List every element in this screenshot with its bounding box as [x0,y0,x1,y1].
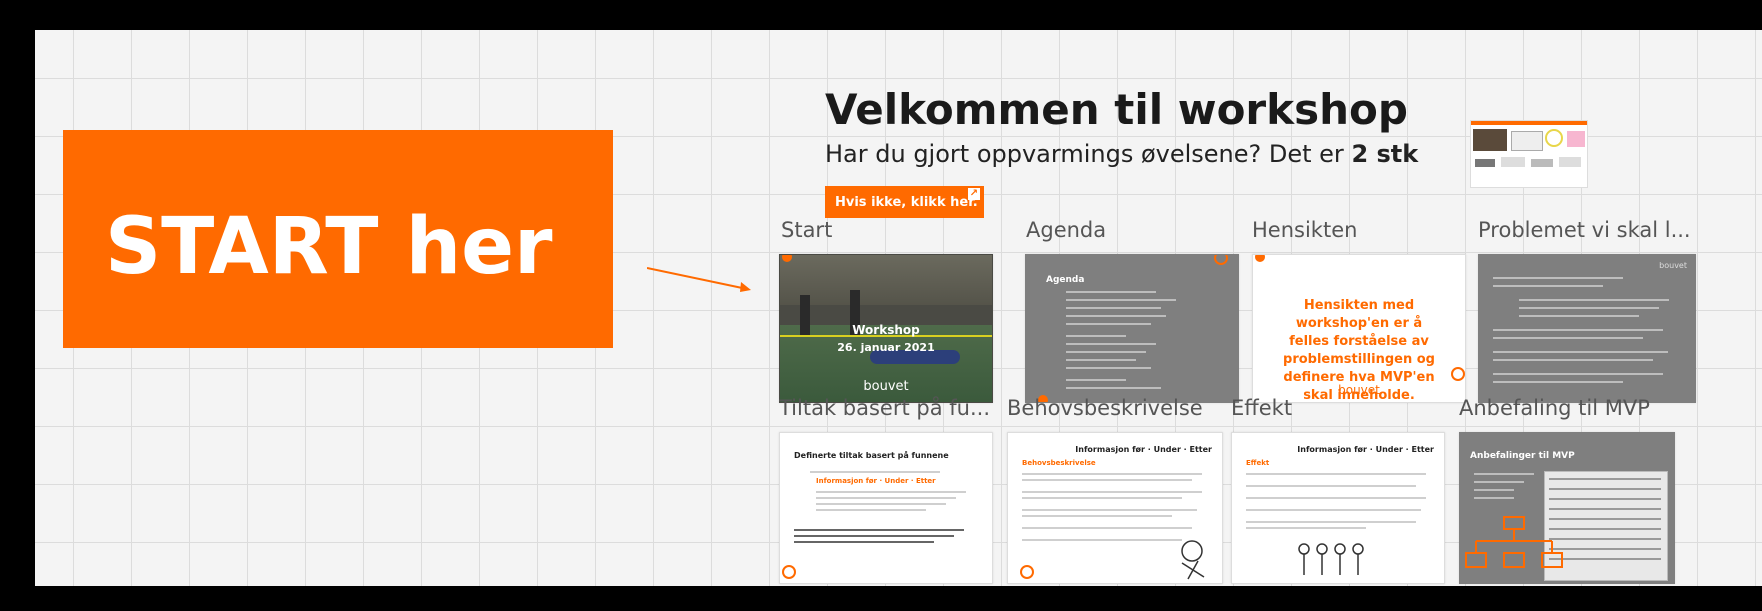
slide-title-tiltak: Definerte tiltak basert på funnene [794,451,949,460]
frame-label-effekt: Effekt [1231,396,1293,420]
slide-brand-bouvet: bouvet [863,379,909,394]
frame-agenda-slide[interactable]: Agenda [1025,254,1239,403]
frame-label-anbefaling: Anbefaling til MVP [1459,396,1650,420]
subtitle-bold: 2 stk [1351,140,1419,168]
slide-date: 26. januar 2021 [837,341,935,354]
slide-title-mvp: Anbefalinger til MVP [1470,451,1575,461]
warmup-link-button[interactable]: Hvis ikke, klikk her. ↗ [825,186,984,218]
slide-highlight: Informasjon før · Under · Etter [816,477,936,485]
orange-ring-icon [1020,565,1034,579]
connector-arrow[interactable] [647,260,757,300]
external-link-icon: ↗ [968,188,980,200]
slide-title-agenda: Agenda [1046,275,1085,285]
people-sketch-icon [1298,543,1364,575]
warmup-link-label: Hvis ikke, klikk her. [835,194,978,210]
frame-behovsbeskrivelse-slide[interactable]: Informasjon før · Under · Etter Behovsbe… [1007,432,1223,584]
frame-effekt-slide[interactable]: Informasjon før · Under · Etter Effekt [1231,432,1445,584]
slide-brand-bouvet: bouvet [1659,261,1687,270]
slide-brand-bouvet: bouvet [1338,383,1380,397]
whiteboard-canvas[interactable]: START her Velkommen til workshop Har du … [35,30,1762,586]
page-subtitle: Har du gjort oppvarmings øvelsene? Det e… [825,140,1418,168]
frame-anbefaling-slide[interactable]: Anbefalinger til MVP [1459,432,1675,584]
page-title: Velkommen til workshop [825,85,1408,134]
frame-label-hensikten: Hensikten [1252,218,1358,242]
frame-label-agenda: Agenda [1026,218,1107,242]
frame-tiltak-slide[interactable]: Definerte tiltak basert på funnene Infor… [779,432,993,584]
orange-ring-icon [782,565,796,579]
slide-subtitle: Effekt [1246,459,1270,467]
slide-title-info: Informasjon før · Under · Etter [1297,445,1434,454]
slide-title-info: Informasjon før · Under · Etter [1075,445,1212,454]
slide-subtitle: Behovsbeskrivelse [1022,459,1096,467]
orange-dot-icon [1255,255,1265,262]
frame-start-slide[interactable]: Workshop 26. januar 2021 bouvet [779,254,993,403]
orange-ring-icon [1451,367,1465,381]
frame-hensikten-slide[interactable]: Hensikten med workshop'en er å felles fo… [1252,254,1466,403]
frame-label-problemet: Problemet vi skal l... [1478,218,1691,242]
frame-label-behovsbeskrivelse: Behovsbeskrivelse [1007,396,1203,420]
board-overview-thumbnail[interactable] [1470,120,1588,188]
frame-label-tiltak: Tiltak basert på fu... [779,396,990,420]
slide-title-workshop: Workshop [852,323,920,337]
subtitle-text: Har du gjort oppvarmings øvelsene? Det e… [825,140,1352,168]
orange-flow-diagram-icon [1465,516,1563,568]
sketch-illustration-icon [1181,540,1205,580]
frame-label-start: Start [781,218,833,242]
start-here-label: START her [105,202,553,292]
orange-ring-icon [1214,255,1228,265]
frame-problemet-slide[interactable]: bouvet [1478,254,1696,403]
